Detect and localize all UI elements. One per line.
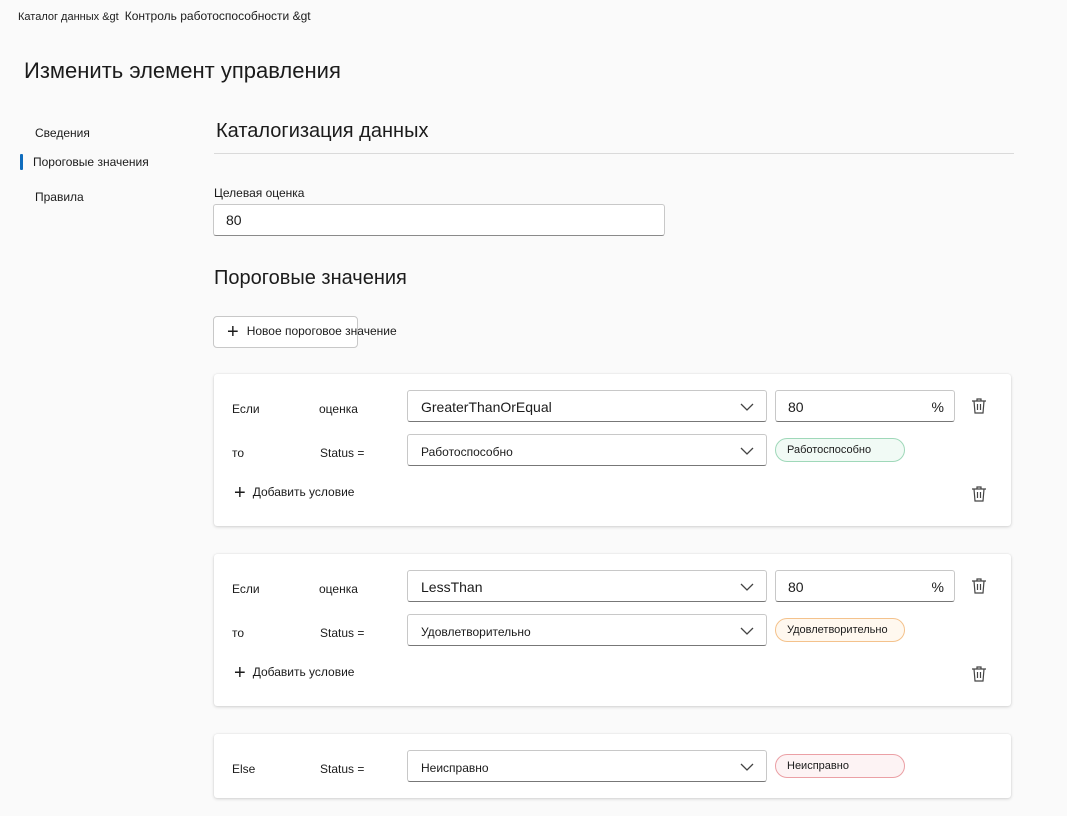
plus-icon: + bbox=[234, 482, 246, 504]
trash-icon[interactable] bbox=[969, 576, 989, 596]
score-value: 80 bbox=[788, 579, 804, 595]
operator-value: LessThan bbox=[421, 579, 483, 595]
status-value: Неисправно bbox=[421, 761, 489, 775]
status-label: Status = bbox=[320, 446, 365, 460]
chevron-down-icon bbox=[740, 447, 754, 455]
status-badge: Работоспособно bbox=[775, 438, 905, 462]
threshold-card-1: Если оценка GreaterThanOrEqual 80 % то S… bbox=[214, 374, 1011, 526]
breadcrumb-item-health-control[interactable]: Контроль работоспособности &gt bbox=[125, 9, 311, 23]
add-condition-label: Добавить условие bbox=[252, 665, 355, 679]
status-label: Status = bbox=[320, 626, 365, 640]
new-threshold-label: Новое пороговое значение bbox=[246, 323, 397, 338]
operator-dropdown[interactable]: GreaterThanOrEqual bbox=[407, 390, 767, 422]
then-label: то bbox=[232, 446, 245, 460]
new-threshold-button[interactable]: + Новое пороговое значение bbox=[213, 316, 397, 348]
chevron-down-icon bbox=[740, 583, 754, 591]
target-score-label: Целевая оценка bbox=[214, 186, 305, 200]
else-card: Else Status = Неисправно Неисправно bbox=[214, 734, 1011, 798]
else-label: Else bbox=[232, 762, 256, 776]
status-dropdown[interactable]: Удовлетворительно bbox=[407, 614, 767, 646]
status-dropdown[interactable]: Неисправно bbox=[407, 750, 767, 782]
score-label: оценка bbox=[319, 402, 358, 416]
status-value: Удовлетворительно bbox=[421, 625, 531, 639]
trash-icon[interactable] bbox=[969, 664, 989, 684]
chevron-down-icon bbox=[740, 403, 754, 411]
operator-dropdown[interactable]: LessThan bbox=[407, 570, 767, 602]
percent-suffix: % bbox=[931, 579, 944, 595]
percent-suffix: % bbox=[931, 399, 944, 415]
chevron-down-icon bbox=[740, 627, 754, 635]
target-score-input[interactable] bbox=[213, 204, 665, 236]
operator-value: GreaterThanOrEqual bbox=[421, 399, 552, 415]
add-condition-button[interactable]: + Добавить условие bbox=[234, 482, 354, 505]
thresholds-title: Пороговые значения bbox=[214, 267, 407, 289]
status-value: Работоспособно bbox=[421, 445, 513, 459]
plus-icon: + bbox=[234, 662, 246, 684]
if-label: Если bbox=[232, 582, 260, 596]
status-badge: Неисправно bbox=[775, 754, 905, 778]
nav-item-thresholds[interactable]: Пороговые значения bbox=[20, 153, 149, 171]
score-label: оценка bbox=[319, 582, 358, 596]
if-label: Если bbox=[232, 402, 260, 416]
status-badge: Удовлетворительно bbox=[775, 618, 905, 642]
then-label: то bbox=[232, 626, 245, 640]
section-title: Каталогизация данных bbox=[216, 120, 429, 142]
page-title: Изменить элемент управления bbox=[24, 58, 341, 83]
score-value-input[interactable]: 80 % bbox=[775, 390, 955, 422]
nav-item-details[interactable]: Сведения bbox=[20, 124, 149, 142]
status-label: Status = bbox=[320, 762, 365, 776]
nav-item-rules[interactable]: Правила bbox=[20, 188, 149, 206]
add-condition-label: Добавить условие bbox=[252, 485, 355, 499]
score-value-input[interactable]: 80 % bbox=[775, 570, 955, 602]
plus-icon: + bbox=[227, 320, 239, 343]
score-value: 80 bbox=[788, 399, 804, 415]
trash-icon[interactable] bbox=[969, 396, 989, 416]
chevron-down-icon bbox=[740, 763, 754, 771]
side-nav: Сведения Пороговые значения Правила bbox=[20, 120, 149, 206]
threshold-card-2: Если оценка LessThan 80 % то Status = Уд… bbox=[214, 554, 1011, 706]
breadcrumb-item-data-catalog[interactable]: Каталог данных &gt bbox=[18, 11, 119, 23]
add-condition-button[interactable]: + Добавить условие bbox=[234, 662, 354, 685]
status-dropdown[interactable]: Работоспособно bbox=[407, 434, 767, 466]
section-divider bbox=[214, 153, 1014, 154]
trash-icon[interactable] bbox=[969, 484, 989, 504]
breadcrumb: Каталог данных &gt Контроль работоспособ… bbox=[18, 9, 311, 23]
